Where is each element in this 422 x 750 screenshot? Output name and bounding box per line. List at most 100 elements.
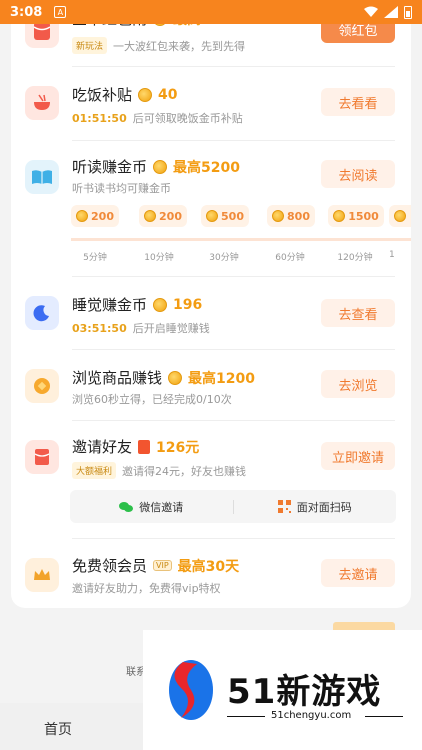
divider [72,140,395,141]
coin-icon [333,210,346,222]
status-time: 3:08 [10,4,43,20]
task-reward: 40 [158,86,178,103]
vip-badge: VIP [153,560,172,571]
milestone-reward[interactable]: 1500 [328,205,384,227]
task-reward: 最高30天 [177,558,240,575]
task-desc: 一大波红包来袭，先到先得 [113,39,246,53]
crown-icon [25,558,59,592]
task-title: 免费领会员 VIP 最高30天 [72,555,239,576]
invite-share-row: 微信邀请 面对面扫码 [70,490,396,523]
vip-invite-button[interactable]: 去邀请 [321,559,395,587]
browse-go-button[interactable]: 去浏览 [321,370,395,398]
read-go-button[interactable]: 去阅读 [321,160,395,188]
coin-icon [394,210,406,222]
coin-icon [76,210,89,222]
task-title-text: 邀请好友 [72,438,133,456]
milestone-coins: 200 [159,209,182,223]
divider [72,538,395,539]
red-envelope-icon [25,440,59,474]
watermark-line [227,716,265,717]
milestone-reward[interactable]: 800 [267,205,315,227]
milestone-label: 10分钟 [144,253,174,263]
task-title: 吃饭补贴 40 [72,84,178,105]
task-title: 邀请好友 126元 [72,436,199,457]
task-desc: 听书读书均可赚金币 [72,182,171,195]
moon-icon [25,296,59,330]
wechat-icon [119,501,134,512]
cash-envelope-icon [138,439,151,454]
milestone-reward[interactable]: 500 [201,205,249,227]
notification-icon: A [54,6,67,18]
milestone-label: 30分钟 [209,253,239,263]
task-desc: 后可领取晚饭金币补贴 [132,112,243,125]
task-reward: 最高1200 [188,370,255,387]
countdown-timer: 01:51:50 [72,111,127,125]
task-title-text: 听读赚金币 [72,158,148,176]
divider [72,276,395,277]
task-title: 听读赚金币 最高5200 [72,156,240,177]
milestone-coins: 1500 [348,209,379,223]
task-desc: 后开启睡觉赚钱 [132,322,210,335]
qrcode-invite-button[interactable]: 面对面扫码 [234,499,397,515]
divider [72,420,395,421]
task-title-text: 吃饭补贴 [72,86,133,104]
wechat-invite-button[interactable]: 微信邀请 [70,499,233,515]
task-sub: 听书读书均可赚金币 [72,180,171,196]
task-sub: 浏览60秒立得，已经完成0/10次 [72,391,232,407]
task-tag: 新玩法 [72,37,108,54]
divider [72,66,395,67]
coin-icon [144,210,157,222]
milestone-label: 60分钟 [275,253,305,263]
watermark-url: 51chengyu.com [271,710,352,721]
task-desc: 邀请好友助力，免费得vip特权 [72,582,221,595]
countdown-timer: 03:51:50 [72,321,127,335]
task-tag: 大额福利 [72,462,117,479]
coin-icon [168,370,183,385]
battery-icon [404,5,412,19]
coin-badge-icon [25,369,59,403]
watermark-line [365,716,403,717]
task-title: 浏览商品赚钱 最高1200 [72,367,255,388]
task-title-text: 免费领会员 [72,557,148,575]
invite-now-button[interactable]: 立即邀请 [321,442,395,470]
tab-home[interactable]: 首页 [44,719,72,739]
task-reward: 126元 [156,439,200,456]
coin-icon [138,87,153,102]
coin-icon [153,297,168,312]
watermark: 51新游戏 51chengyu.com [143,630,422,750]
milestone-reward[interactable]: 200 [71,205,119,227]
milestone-reward[interactable]: 200 [139,205,187,227]
divider [72,349,395,350]
milestone-label: 1 [389,250,395,260]
meal-go-button[interactable]: 去看看 [321,88,395,116]
bowl-icon [25,86,59,120]
task-card: 金币红包雨 最高2888 新玩法 一大波红包来袭，先到先得 领红包 吃饭补贴 4… [11,0,411,608]
task-desc: 邀请得24元，好友也赚钱 [122,464,247,478]
sleep-view-button[interactable]: 去查看 [321,299,395,327]
milestone-coins: 500 [221,209,244,223]
signal-icon [384,6,398,18]
task-sub: 大额福利 邀请得24元，好友也赚钱 [72,462,246,479]
milestone-reward[interactable] [389,205,411,227]
qrcode-icon [277,500,291,513]
milestone-coins: 800 [287,209,310,223]
task-title-text: 睡觉赚金币 [72,296,148,314]
task-desc: 浏览60秒立得，已经完成0/10次 [72,393,232,406]
task-reward: 最高5200 [173,159,240,176]
task-title-text: 浏览商品赚钱 [72,369,163,387]
coin-icon [206,210,219,222]
progress-track [71,238,411,241]
status-bar: 3:08 A [0,0,422,24]
task-sub: 03:51:50 后开启睡觉赚钱 [72,320,210,336]
watermark-title: 51新游戏 [227,672,382,712]
task-sub: 新玩法 一大波红包来袭，先到先得 [72,37,245,54]
wechat-invite-label: 微信邀请 [139,500,184,514]
task-sub: 01:51:50 后可领取晚饭金币补贴 [72,110,243,126]
milestone-label: 5分钟 [83,253,107,263]
coin-icon [153,159,168,174]
qrcode-invite-label: 面对面扫码 [296,500,352,514]
milestone-label: 120分钟 [337,253,373,263]
wifi-icon [364,6,378,17]
task-title: 睡觉赚金币 196 [72,294,202,315]
task-reward: 196 [173,296,203,313]
